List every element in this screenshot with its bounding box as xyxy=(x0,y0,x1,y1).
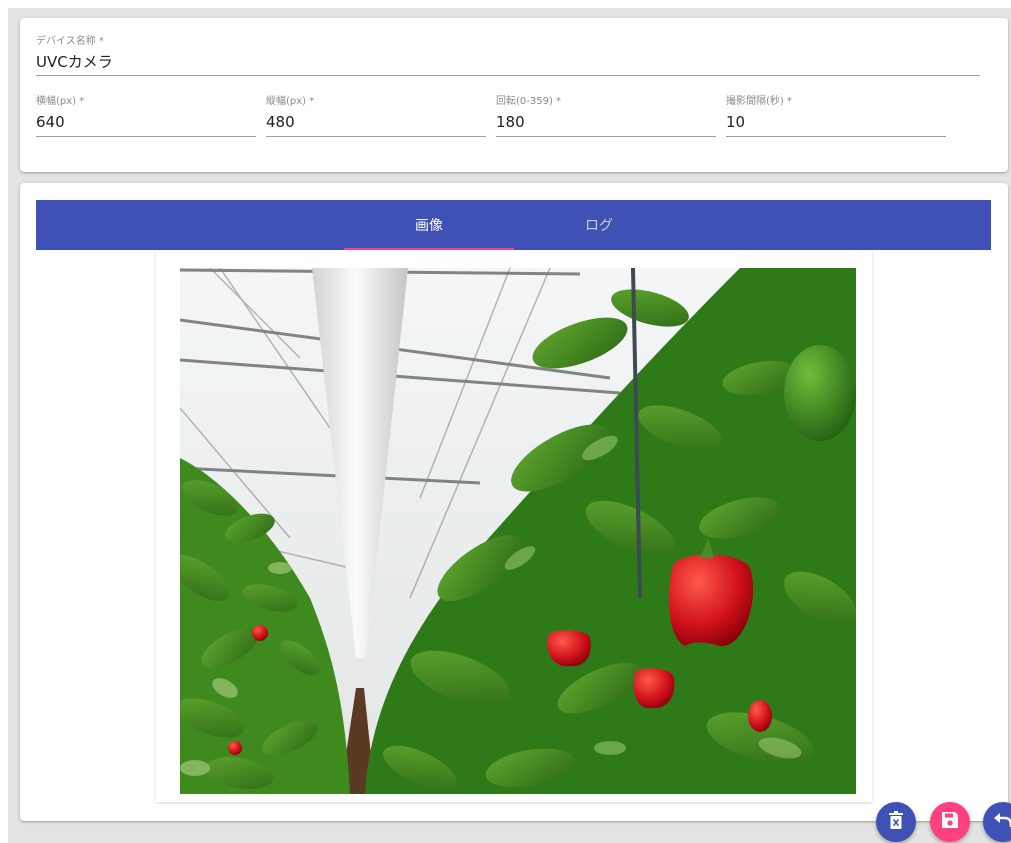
tab-image-label: 画像 xyxy=(415,218,443,234)
rotation-input[interactable]: 180 xyxy=(496,112,716,132)
delete-icon xyxy=(888,811,904,833)
rotation-underline xyxy=(496,136,716,137)
tab-log[interactable]: ログ xyxy=(514,200,684,250)
undo-icon xyxy=(993,812,1011,832)
interval-label: 撮影間隔(秒) * xyxy=(726,96,792,107)
device-name-underline xyxy=(36,75,980,76)
tab-log-label: ログ xyxy=(585,218,613,234)
device-name-field[interactable]: デバイス名称 * UVCカメラ xyxy=(36,36,980,76)
device-name-input[interactable]: UVCカメラ xyxy=(36,52,980,72)
interval-input[interactable]: 10 xyxy=(726,112,946,132)
rotation-field[interactable]: 回転(0-359) * 180 xyxy=(496,96,716,137)
rotation-label: 回転(0-359) * xyxy=(496,96,562,107)
height-input[interactable]: 480 xyxy=(266,112,486,132)
height-label: 縦幅(px) * xyxy=(266,96,315,107)
height-underline xyxy=(266,136,486,137)
width-field[interactable]: 横幅(px) * 640 xyxy=(36,96,256,137)
width-input[interactable]: 640 xyxy=(36,112,256,132)
save-button[interactable] xyxy=(930,802,970,842)
tab-image[interactable]: 画像 xyxy=(344,200,514,250)
device-name-label: デバイス名称 * xyxy=(36,36,104,47)
height-field[interactable]: 縦幅(px) * 480 xyxy=(266,96,486,137)
interval-underline xyxy=(726,136,946,137)
delete-button[interactable] xyxy=(876,802,916,842)
tab-bar: 画像 ログ xyxy=(36,200,991,250)
save-icon xyxy=(941,811,959,833)
camera-image xyxy=(180,268,856,794)
interval-field[interactable]: 撮影間隔(秒) * 10 xyxy=(726,96,946,137)
width-label: 横幅(px) * xyxy=(36,96,85,107)
width-underline xyxy=(36,136,256,137)
